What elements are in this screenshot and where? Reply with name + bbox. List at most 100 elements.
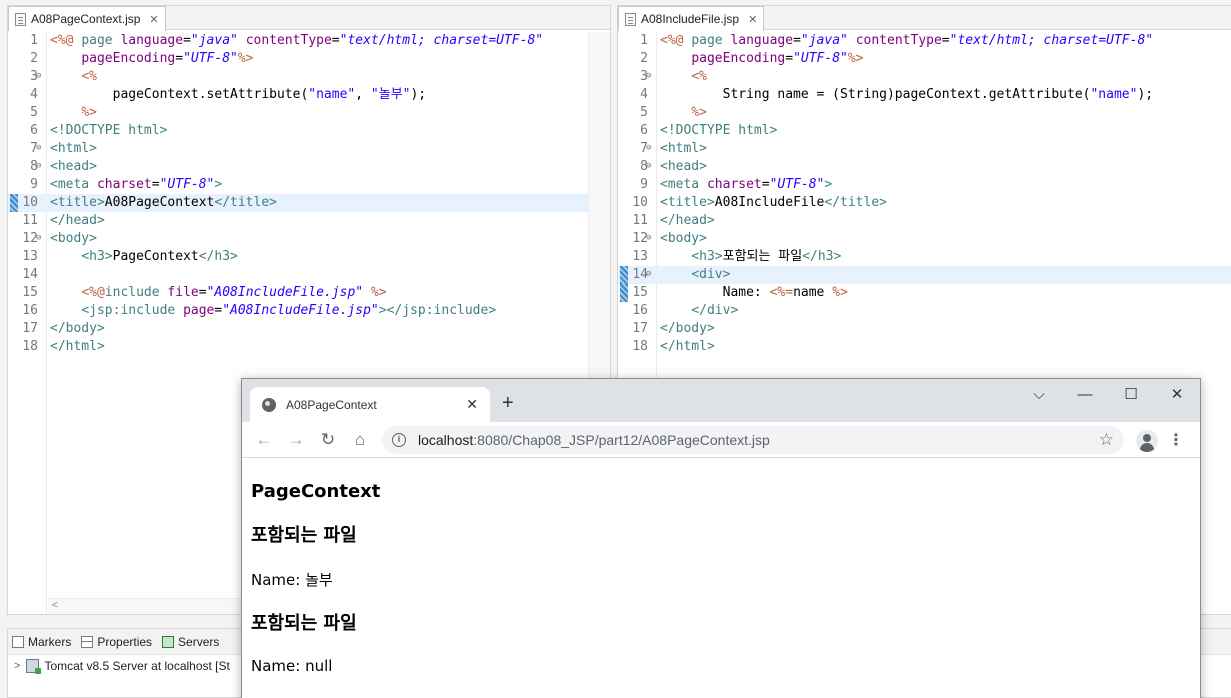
page-content: PageContext 포함되는 파일 Name: 놀부 포함되는 파일 Nam…	[242, 481, 1200, 675]
tomcat-server-icon	[26, 659, 42, 674]
code-lines[interactable]: 1 <%@ page language="java" contentType="t…	[8, 32, 610, 356]
close-tab-icon[interactable]: ✕	[466, 396, 478, 413]
page-heading-included: 포함되는 파일	[251, 525, 357, 546]
code-line[interactable]: 8 ⊖ <head>	[618, 158, 1231, 176]
tab-search-icon[interactable]: ⌵	[1016, 379, 1062, 409]
code-text: %>	[691, 105, 707, 120]
code-line[interactable]: 18 </html>	[8, 338, 610, 356]
code-line[interactable]: 12 ⊖ <body>	[618, 230, 1231, 248]
code-line[interactable]: 5 %>	[8, 104, 610, 122]
profile-avatar-icon[interactable]	[1136, 430, 1158, 452]
fold-toggle-icon[interactable]: ⊖	[36, 234, 41, 243]
code-text: </div>	[691, 303, 739, 318]
code-line[interactable]: 1 <%@ page language="java" contentType="t…	[8, 32, 610, 50]
editor-tab-includefile[interactable]: A08IncludeFile.jsp ✕	[618, 6, 765, 31]
code-line[interactable]: 15 <%@include file="A08IncludeFile.jsp" …	[8, 284, 610, 302]
code-line[interactable]: 11 </head>	[618, 212, 1231, 230]
code-text: <jsp:include page="A08IncludeFile.jsp"><…	[81, 303, 497, 318]
name-output-2: Name: null	[251, 657, 333, 675]
browser-titlebar[interactable]: A08PageContext ✕ + ⌵ — ☐ ✕	[242, 379, 1200, 422]
code-text: <title>A08IncludeFile</title>	[660, 195, 887, 210]
code-text: %>	[81, 105, 97, 120]
code-line[interactable]: 2 pageEncoding="UTF-8"%>	[8, 50, 610, 68]
reload-button[interactable]: ↻	[312, 430, 344, 450]
close-window-button[interactable]: ✕	[1154, 379, 1200, 409]
code-line[interactable]: 11 </head>	[8, 212, 610, 230]
code-line[interactable]: 16 </div>	[618, 302, 1231, 320]
fold-toggle-icon[interactable]: ⊖	[36, 162, 41, 171]
scroll-left-icon[interactable]: <	[52, 600, 58, 611]
code-line[interactable]: 3 ⊖ <%	[8, 68, 610, 86]
fold-toggle-icon[interactable]: ⊖	[646, 162, 651, 171]
forward-button[interactable]: →	[280, 430, 312, 450]
code-line[interactable]: 10 <title>A08IncludeFile</title>	[618, 194, 1231, 212]
fold-toggle-icon[interactable]: ⊖	[36, 72, 41, 81]
code-text: </html>	[50, 339, 105, 354]
code-line[interactable]: 15 Name: <%=name %>	[618, 284, 1231, 302]
minimize-button[interactable]: —	[1062, 379, 1108, 409]
code-line[interactable]: 4 String name = (String)pageContext.getA…	[618, 86, 1231, 104]
code-line[interactable]: 6 <!DOCTYPE html>	[618, 122, 1231, 140]
code-line[interactable]: 13 <h3>PageContext</h3>	[8, 248, 610, 266]
fold-toggle-icon[interactable]: ⊖	[646, 144, 651, 153]
line-number: 1	[30, 33, 38, 48]
line-number: 14	[632, 267, 648, 282]
new-tab-button[interactable]: +	[502, 391, 514, 415]
code-line[interactable]: 4 pageContext.setAttribute("name", "놀부")…	[8, 86, 610, 104]
tab-servers[interactable]: Servers	[158, 629, 225, 655]
code-line[interactable]: 10 <title>A08PageContext</title>	[8, 194, 610, 212]
bookmark-star-icon[interactable]: ☆	[1099, 430, 1114, 450]
editor-tab-pagecontext[interactable]: A08PageContext.jsp ✕	[8, 6, 166, 31]
line-number: 10	[632, 195, 648, 210]
browser-tab[interactable]: A08PageContext ✕	[250, 387, 490, 422]
line-number: 11	[22, 213, 38, 228]
code-line[interactable]: 6 <!DOCTYPE html>	[8, 122, 610, 140]
tab-label: Properties	[97, 634, 153, 649]
home-button[interactable]: ⌂	[344, 430, 376, 450]
code-line[interactable]: 17 </body>	[618, 320, 1231, 338]
code-line[interactable]: 12 ⊖ <body>	[8, 230, 610, 248]
line-number: 15	[632, 285, 648, 300]
code-line[interactable]: 1 <%@ page language="java" contentType="t…	[618, 32, 1231, 50]
code-line[interactable]: 8 ⊖ <head>	[8, 158, 610, 176]
address-bar[interactable]: i localhost:8080/Chap08_JSP/part12/A08Pa…	[382, 426, 1124, 454]
code-line[interactable]: 17 </body>	[8, 320, 610, 338]
code-line[interactable]: 9 <meta charset="UTF-8">	[8, 176, 610, 194]
code-line[interactable]: 9 <meta charset="UTF-8">	[618, 176, 1231, 194]
close-icon[interactable]: ✕	[748, 13, 757, 26]
close-icon[interactable]: ✕	[149, 13, 158, 26]
code-line[interactable]: 14	[8, 266, 610, 284]
globe-icon	[262, 397, 276, 412]
code-line[interactable]: 3 ⊖ <%	[618, 68, 1231, 86]
code-text: pageEncoding="UTF-8"%>	[691, 51, 864, 66]
code-text: <html>	[50, 141, 97, 156]
tab-markers[interactable]: Markers	[8, 629, 77, 655]
fold-toggle-icon[interactable]: ⊖	[646, 72, 651, 81]
info-icon[interactable]: i	[392, 433, 406, 447]
code-lines[interactable]: 1 <%@ page language="java" contentType="t…	[618, 32, 1231, 356]
code-line[interactable]: 16 <jsp:include page="A08IncludeFile.jsp…	[8, 302, 610, 320]
chevron-right-icon[interactable]: >	[14, 660, 20, 672]
fold-toggle-icon[interactable]: ⊖	[36, 144, 41, 153]
code-line[interactable]: 13 <h3>포함되는 파일</h3>	[618, 248, 1231, 266]
url-host: localhost	[418, 432, 474, 448]
menu-icon[interactable]: ⋮	[1168, 430, 1184, 450]
code-text: pageContext.setAttribute("name", "놀부");	[50, 87, 427, 102]
code-line[interactable]: 2 pageEncoding="UTF-8"%>	[618, 50, 1231, 68]
line-number: 14	[22, 267, 38, 282]
tab-properties[interactable]: Properties	[77, 629, 158, 655]
code-line[interactable]: 7 ⊖ <html>	[8, 140, 610, 158]
code-text: <h3>PageContext</h3>	[81, 249, 238, 264]
fold-toggle-icon[interactable]: ⊖	[646, 234, 651, 243]
code-line[interactable]: 14 ⊖ <div>	[618, 266, 1231, 284]
code-text: <meta charset="UTF-8">	[50, 177, 223, 192]
editor-tabbar: A08IncludeFile.jsp ✕	[618, 6, 1231, 31]
code-line[interactable]: 7 ⊖ <html>	[618, 140, 1231, 158]
code-text: <h3>포함되는 파일</h3>	[691, 249, 842, 264]
back-button[interactable]: ←	[248, 430, 280, 450]
code-line[interactable]: 18 </html>	[618, 338, 1231, 356]
fold-toggle-icon[interactable]: ⊖	[646, 270, 651, 279]
code-line[interactable]: 5 %>	[618, 104, 1231, 122]
maximize-button[interactable]: ☐	[1108, 379, 1154, 409]
line-number: 13	[632, 249, 648, 264]
